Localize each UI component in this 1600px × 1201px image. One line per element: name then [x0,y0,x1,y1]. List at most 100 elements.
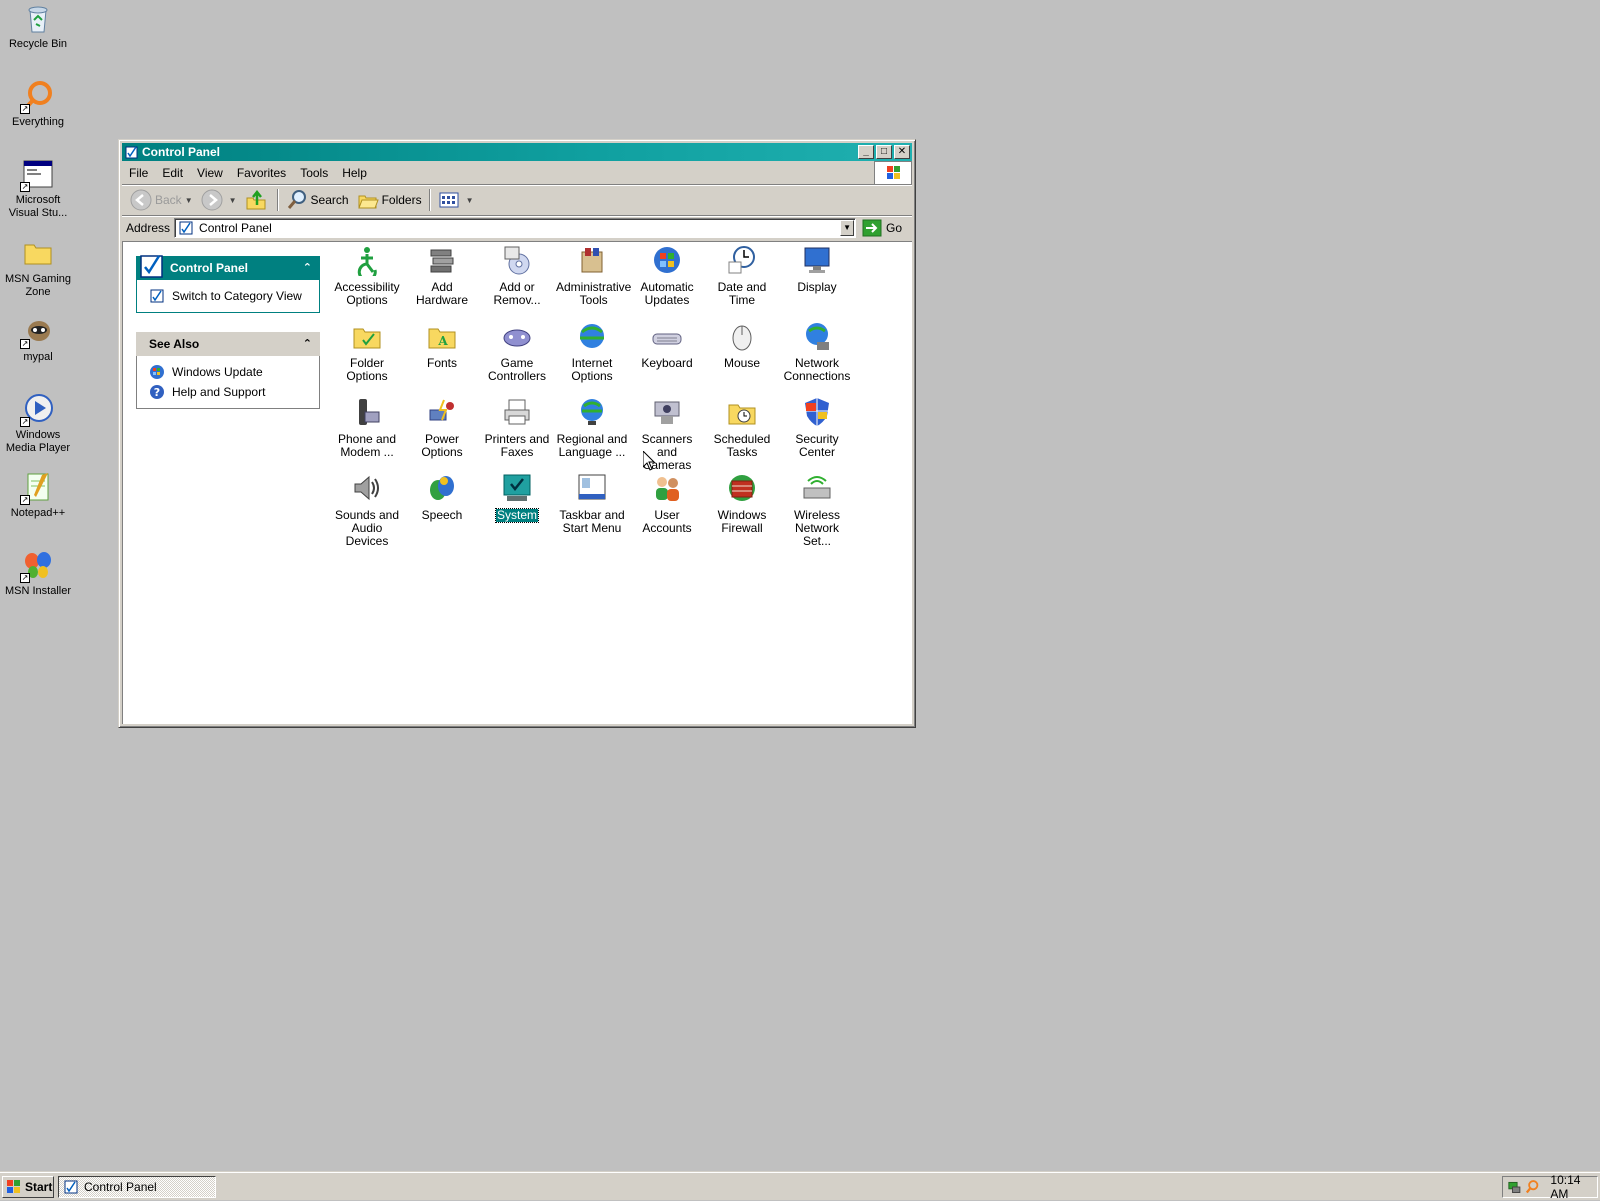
cp-item-label: Sounds and Audio Devices [334,508,400,548]
menu-edit[interactable]: Edit [155,166,190,180]
cp-item-sounds-and-audio-devices[interactable]: Sounds and Audio Devices [330,472,404,548]
cp-item-windows-firewall[interactable]: Windows Firewall [705,472,779,535]
cp-item-label: Add Hardware [415,280,469,307]
system-icon [501,472,533,504]
mouse-cursor-icon [643,451,655,471]
menu-help[interactable]: Help [335,166,374,180]
cp-item-regional-and-language[interactable]: Regional and Language ... [555,396,629,459]
speech-icon [426,472,458,504]
cp-item-mouse[interactable]: Mouse [705,320,779,370]
cp-item-scanners-and-cameras[interactable]: Scanners and Cameras [630,396,704,472]
maximize-button[interactable]: □ [876,145,892,159]
cp-item-label: Administrative Tools [556,280,632,307]
search-button[interactable]: Search [282,188,353,212]
address-input[interactable]: Control Panel ▼ [174,218,857,238]
cp-item-add-hardware[interactable]: Add Hardware [405,244,479,307]
title-bar[interactable]: Control Panel _ □ ✕ [122,143,912,161]
cp-item-administrative-tools[interactable]: Administrative Tools [555,244,632,307]
panel-header-see-also[interactable]: See Also ⌃ [136,332,320,356]
cp-item-internet-options[interactable]: Internet Options [555,320,629,383]
menu-file[interactable]: File [122,166,155,180]
cp-item-label: Phone and Modem ... [337,432,397,459]
phone-and-modem-icon [351,396,383,428]
control-panel-window: Control Panel _ □ ✕ File Edit View Favor… [118,139,916,728]
regional-and-language-icon [576,396,608,428]
cp-item-date-and-time[interactable]: Date and Time [705,244,779,307]
cp-item-folder-options[interactable]: Folder Options [330,320,404,383]
control-panel-icon [125,146,138,159]
cp-item-label: Scheduled Tasks [713,432,771,459]
power-options-icon [426,396,458,428]
cp-item-power-options[interactable]: Power Options [405,396,479,459]
scanners-and-cameras-icon [651,396,683,428]
cp-item-automatic-updates[interactable]: Automatic Updates [630,244,704,307]
desktop-icon-everything[interactable]: ↗ Everything [0,80,76,129]
cp-item-game-controllers[interactable]: Game Controllers [480,320,554,383]
chevron-down-icon: ▼ [465,195,474,205]
forward-arrow-icon [201,189,223,211]
desktop-icon-notepad-plus-plus[interactable]: ↗ Notepad++ [0,471,76,520]
desktop-icon-msn-installer[interactable]: ↗ MSN Installer [0,549,76,598]
collapse-chevron-icon[interactable]: ⌃ [303,256,312,280]
cp-item-printers-and-faxes[interactable]: Printers and Faxes [480,396,554,459]
panel-body: Switch to Category View [136,280,320,313]
start-label: Start [25,1180,53,1194]
desktop-icon-visual-studio[interactable]: ↗ Microsoft Visual Stu... [0,158,76,220]
menu-favorites[interactable]: Favorites [230,166,293,180]
close-icon: ✕ [897,146,907,157]
desktop-icon-msn-gaming-zone[interactable]: MSN Gaming Zone [0,237,76,299]
start-button[interactable]: Start [2,1176,54,1198]
mypal-icon: ↗ [20,315,54,349]
go-button[interactable]: Go [862,219,902,237]
desktop-icon-windows-media-player[interactable]: ↗ Windows Media Player [0,393,76,455]
svg-text:?: ? [154,386,160,399]
taskbar-item-control-panel[interactable]: Control Panel [58,1176,216,1198]
desktop-icon-recycle-bin[interactable]: Recycle Bin [0,2,76,51]
cp-item-label: Regional and Language ... [556,432,628,459]
fonts-icon: A [426,320,458,352]
network-tray-icon[interactable] [1507,1179,1522,1195]
folder-options-icon [351,320,383,352]
cp-item-phone-and-modem[interactable]: Phone and Modem ... [330,396,404,459]
cp-item-system[interactable]: System [480,472,554,523]
menu-view[interactable]: View [190,166,230,180]
panel-header-control-panel[interactable]: Control Panel ⌃ [136,255,320,280]
cp-item-network-connections[interactable]: Network Connections [780,320,854,383]
menu-tools[interactable]: Tools [293,166,335,180]
cp-item-scheduled-tasks[interactable]: Scheduled Tasks [705,396,779,459]
cp-item-security-center[interactable]: Security Center [780,396,854,459]
cp-item-taskbar-and-start-menu[interactable]: Taskbar and Start Menu [555,472,629,535]
link-label: Windows Update [172,365,263,379]
collapse-chevron-icon[interactable]: ⌃ [303,332,312,356]
cp-item-fonts[interactable]: A Fonts [405,320,479,370]
cp-item-display[interactable]: Display [780,244,854,294]
windows-update-link[interactable]: Windows Update [137,362,319,382]
switch-to-category-view-link[interactable]: Switch to Category View [137,286,319,306]
back-button[interactable]: Back ▼ [126,188,197,212]
cp-item-keyboard[interactable]: Keyboard [630,320,704,370]
cp-item-speech[interactable]: Speech [405,472,479,522]
help-and-support-link[interactable]: ? Help and Support [137,382,319,402]
folders-button[interactable]: Folders [353,188,426,212]
control-panel-icon [64,1180,78,1194]
cp-item-label: Speech [421,508,463,522]
cp-item-wireless-network-set[interactable]: Wireless Network Set... [780,472,854,548]
address-dropdown-button[interactable]: ▼ [840,220,855,236]
desktop-icon-mypal[interactable]: ↗ mypal [0,315,76,364]
back-label: Back [155,193,182,207]
clock: 10:14 AM [1550,1173,1581,1201]
views-button[interactable]: ▼ [434,188,478,212]
up-folder-button[interactable] [241,188,274,212]
cp-item-accessibility-options[interactable]: Accessibility Options [330,244,404,307]
toolbar-separator [428,189,431,211]
link-label: Help and Support [172,385,266,399]
cp-item-user-accounts[interactable]: User Accounts [630,472,704,535]
cp-item-label: Mouse [723,356,761,370]
everything-search-icon[interactable] [1525,1179,1540,1195]
cp-item-add-or-remov[interactable]: Add or Remov... [480,244,554,307]
forward-button[interactable]: ▼ [197,188,241,212]
help-icon: ? [150,385,164,399]
minimize-button[interactable]: _ [858,145,874,159]
close-button[interactable]: ✕ [894,145,910,159]
views-icon [439,192,459,208]
